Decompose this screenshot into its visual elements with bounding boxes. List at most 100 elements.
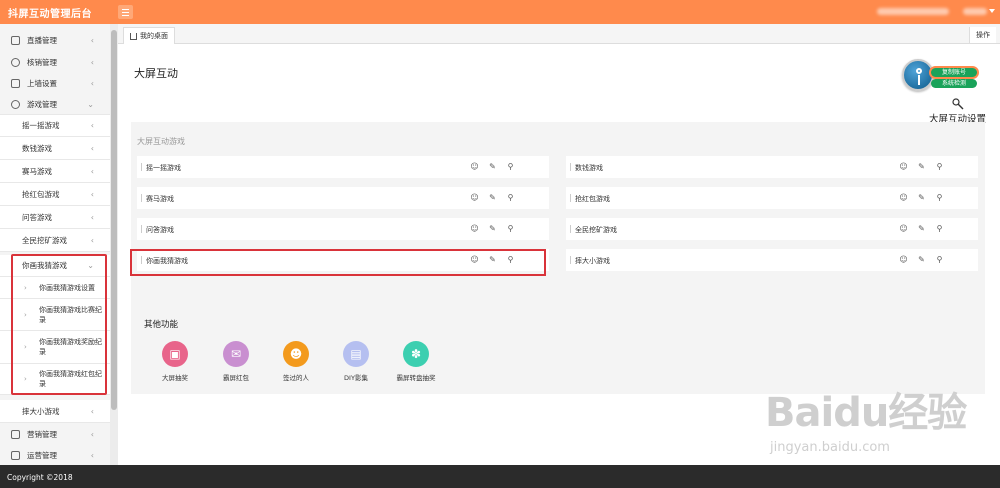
game-name: 赛马游戏 — [146, 195, 174, 203]
footer: Copyright ©2018 — [0, 465, 1000, 488]
sidebar-item-verify[interactable]: 核销管理 ‹ — [0, 55, 110, 69]
sidebar-item-operations[interactable]: 运营管理 ‹ — [0, 448, 110, 462]
search-icon[interactable]: ⚲ — [935, 162, 944, 171]
sidebar-game-label: 赛马游戏 — [22, 166, 52, 176]
game-row-quiz: 问答游戏 ☺ ✎ ⚲ — [137, 218, 549, 240]
edit-icon[interactable]: ✎ — [917, 193, 926, 202]
chevron-left-icon: ‹ — [90, 429, 94, 439]
highlight-box — [130, 249, 546, 276]
photo-icon: ▤ — [343, 341, 369, 367]
sidebar: 直播管理 ‹ 核销管理 ‹ 上墙设置 ‹ 游戏管理 ⌄ 摇一摇游戏 ‹ 数钱游戏 ‹… — [0, 24, 118, 465]
user-icon[interactable]: ☺ — [470, 162, 479, 171]
wrench-icon[interactable] — [952, 98, 964, 110]
sidebar-game-dice[interactable]: 摔大小游戏 ‹ — [0, 400, 110, 423]
sidebar-game-horse[interactable]: 赛马游戏 ‹ — [0, 160, 110, 183]
page-title: 大屏互动 — [134, 67, 178, 80]
link-icon — [11, 57, 20, 67]
edit-icon[interactable]: ✎ — [917, 162, 926, 171]
watermark-logo: Baidu经验 — [765, 390, 967, 436]
func-label: 霸屏转盘抽奖 — [396, 374, 436, 382]
home-icon — [130, 32, 137, 40]
user-icon[interactable]: ☺ — [470, 224, 479, 233]
sidebar-item-label: 核销管理 — [27, 57, 57, 67]
sidebar-item-live[interactable]: 直播管理 ‹ — [0, 33, 110, 47]
sidebar-game-redpacket[interactable]: 抢红包游戏 ‹ — [0, 183, 110, 206]
user-icon[interactable]: ☺ — [470, 193, 479, 202]
sidebar-game-quiz[interactable]: 问答游戏 ‹ — [0, 206, 110, 229]
sidebar-game-label: 全民挖矿游戏 — [22, 235, 67, 245]
sidebar-game-money[interactable]: 数钱游戏 ‹ — [0, 137, 110, 160]
sidebar-scrollbar[interactable] — [110, 24, 118, 465]
func-label: 签过的人 — [283, 374, 309, 382]
copy-account-badge[interactable]: 复制账号 — [931, 68, 977, 77]
sidebar-game-shake[interactable]: 摇一摇游戏 ‹ — [0, 114, 110, 137]
other-functions-title: 其他功能 — [144, 320, 179, 330]
red-packet-icon: ✉ — [223, 341, 249, 367]
operations-button[interactable]: 操作 — [969, 27, 996, 43]
tab-label: 我的桌面 — [140, 32, 168, 40]
func-signed[interactable]: ☻ 签过的人 — [273, 341, 319, 382]
sidebar-item-label: 直播管理 — [27, 35, 57, 45]
user-icon[interactable]: ☺ — [899, 255, 908, 264]
sidebar-item-games[interactable]: 游戏管理 ⌄ — [0, 97, 110, 111]
chevron-left-icon: ‹ — [90, 166, 94, 176]
copyright-text: Copyright ©2018 — [7, 473, 73, 482]
game-row-mining: 全民挖矿游戏 ☺ ✎ ⚲ — [566, 218, 978, 240]
sidebar-game-label: 摇一摇游戏 — [22, 121, 60, 130]
wall-icon — [11, 78, 20, 88]
edit-icon[interactable]: ✎ — [488, 193, 497, 202]
chevron-left-icon: ‹ — [90, 212, 94, 222]
tab-home[interactable]: 我的桌面 — [123, 27, 175, 44]
edit-icon[interactable]: ✎ — [488, 162, 497, 171]
sidebar-game-mining[interactable]: 全民挖矿游戏 ‹ — [0, 229, 110, 252]
user-name-blurred[interactable] — [877, 8, 949, 15]
key-icon[interactable] — [902, 59, 934, 91]
user-icon[interactable]: ☺ — [899, 224, 908, 233]
chevron-left-icon: ‹ — [90, 35, 94, 45]
user-icon[interactable]: ☺ — [899, 193, 908, 202]
chart-icon — [11, 429, 20, 439]
edit-icon[interactable]: ✎ — [488, 224, 497, 233]
func-redpacket[interactable]: ✉ 霸屏红包 — [213, 341, 259, 382]
func-label: 大屏抽奖 — [162, 374, 188, 382]
chevron-left-icon: ‹ — [90, 189, 94, 199]
user-icon[interactable]: ☺ — [899, 162, 908, 171]
func-label: DIY影集 — [344, 374, 368, 382]
search-icon[interactable]: ⚲ — [935, 224, 944, 233]
gift-icon: ▣ — [162, 341, 188, 367]
search-icon[interactable]: ⚲ — [506, 162, 515, 171]
game-row-horse: 赛马游戏 ☺ ✎ ⚲ — [137, 187, 549, 209]
sidebar-item-wall[interactable]: 上墙设置 ‹ — [0, 76, 110, 90]
search-icon[interactable]: ⚲ — [506, 193, 515, 202]
chevron-left-icon: ‹ — [90, 78, 94, 88]
top-bar: 抖屏互动管理后台 — [0, 0, 1000, 24]
sidebar-game-label: 抢红包游戏 — [22, 189, 60, 199]
game-row-redpacket: 抢红包游戏 ☺ ✎ ⚲ — [566, 187, 978, 209]
highlight-box — [11, 254, 107, 395]
game-name: 问答游戏 — [146, 226, 174, 234]
func-album[interactable]: ▤ DIY影集 — [333, 341, 379, 382]
func-wheel[interactable]: ✽ 霸屏转盘抽奖 — [393, 341, 439, 382]
search-icon[interactable]: ⚲ — [506, 224, 515, 233]
user-dropdown-caret-icon[interactable] — [989, 9, 995, 13]
scrollbar-thumb[interactable] — [111, 30, 117, 410]
sidebar-item-label: 营销管理 — [27, 429, 57, 439]
user-role-blurred[interactable] — [963, 8, 987, 15]
chevron-left-icon: ‹ — [90, 406, 94, 416]
sidebar-game-label: 数钱游戏 — [22, 143, 52, 153]
system-check-badge[interactable]: 系统检测 — [931, 79, 977, 88]
chevron-left-icon: ‹ — [90, 121, 94, 130]
sidebar-item-marketing[interactable]: 营销管理 ‹ — [0, 427, 110, 441]
search-icon[interactable]: ⚲ — [935, 255, 944, 264]
search-icon[interactable]: ⚲ — [935, 193, 944, 202]
game-name: 抢红包游戏 — [575, 195, 610, 203]
watermark-url: jingyan.baidu.com — [770, 440, 890, 455]
menu-toggle-button[interactable] — [118, 5, 133, 19]
chevron-left-icon: ‹ — [90, 450, 94, 460]
func-lottery[interactable]: ▣ 大屏抽奖 — [152, 341, 198, 382]
sidebar-game-label: 摔大小游戏 — [22, 406, 60, 416]
sidebar-game-label: 问答游戏 — [22, 212, 52, 222]
edit-icon[interactable]: ✎ — [917, 224, 926, 233]
edit-icon[interactable]: ✎ — [917, 255, 926, 264]
palette-icon — [11, 99, 20, 109]
